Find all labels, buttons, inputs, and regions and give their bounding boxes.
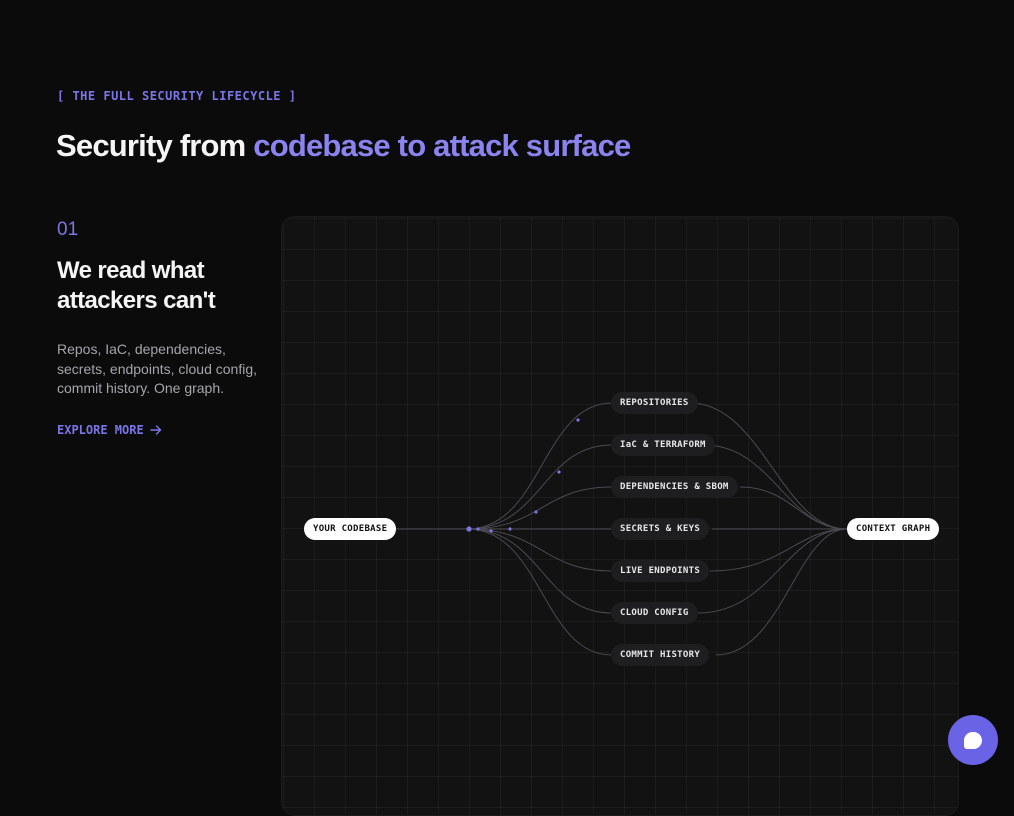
pulse-dot [534, 510, 538, 514]
node-dependencies-sbom: DEPENDENCIES & SBOM [611, 476, 738, 498]
connector-in-7 [466, 528, 613, 656]
node-repositories: REPOSITORIES [611, 392, 698, 414]
node-secrets-keys: SECRETS & KEYS [611, 518, 710, 540]
connector-out-5 [709, 528, 848, 572]
explore-more-label: EXPLORE MORE [57, 423, 144, 437]
node-commit-history: COMMIT HISTORY [611, 644, 710, 666]
pulse-dot [466, 526, 472, 532]
source-node: YOUR CODEBASE [304, 518, 397, 540]
connector-out-1 [689, 402, 848, 530]
chat-launcher-button[interactable] [948, 715, 998, 765]
section-headline: Security from codebase to attack surface [56, 128, 631, 164]
headline-accent: codebase to attack surface [253, 128, 631, 163]
pulse-dot [576, 418, 580, 422]
pulse-dot [489, 529, 493, 533]
section-eyebrow: [ THE FULL SECURITY LIFECYCLE ] [57, 89, 297, 103]
target-node: CONTEXT GRAPH [847, 518, 940, 540]
node-iac-terraform: IaC & TERRAFORM [611, 434, 715, 456]
pulse-dot [557, 470, 561, 474]
explore-more-link[interactable]: EXPLORE MORE [57, 423, 162, 437]
diagram-connections [394, 402, 848, 656]
pulse-dot [476, 527, 480, 531]
connector-in-3 [466, 486, 613, 530]
step-number: 01 [57, 219, 79, 240]
flow-diagram-panel: YOUR CODEBASE CONTEXT GRAPH REPOSITORIES… [281, 216, 959, 816]
connector-out-7 [715, 528, 848, 656]
connector-in-2 [466, 444, 613, 530]
pulse-dot [508, 527, 512, 531]
headline-text: Security from [56, 128, 254, 163]
node-live-endpoints: LIVE ENDPOINTS [611, 560, 710, 582]
chat-bubble-icon [964, 731, 982, 749]
connector-in-1 [466, 402, 613, 530]
step-description: Repos, IaC, dependencies, secrets, endpo… [57, 341, 258, 396]
step-title: We read what attackers can't [57, 257, 216, 314]
arrow-right-icon [150, 425, 161, 435]
node-cloud-config: CLOUD CONFIG [611, 602, 698, 624]
connector-in-5 [466, 528, 613, 572]
connector-out-3 [739, 486, 848, 530]
connector-in-6 [466, 528, 613, 614]
